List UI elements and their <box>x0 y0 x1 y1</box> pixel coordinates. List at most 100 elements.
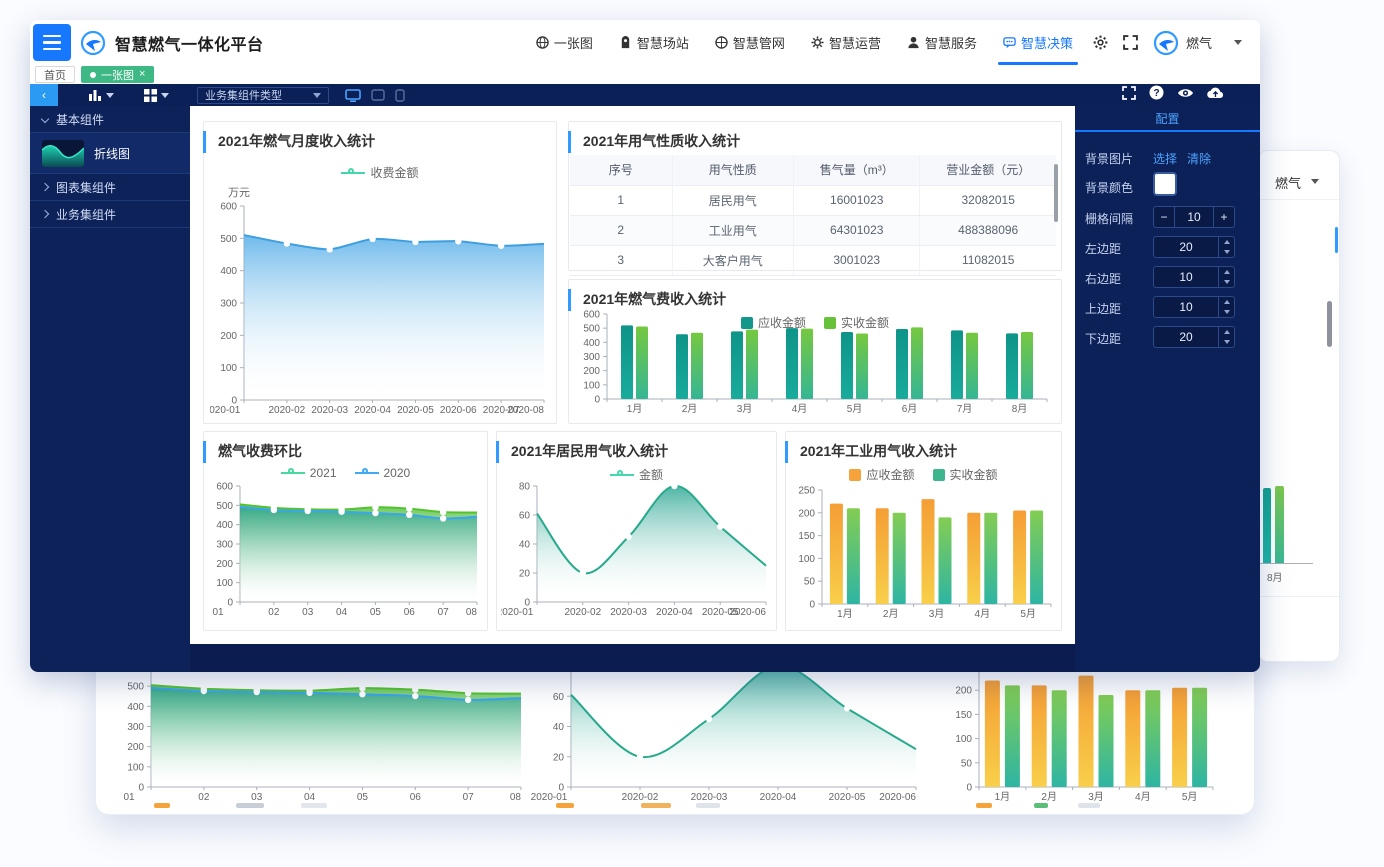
svg-text:0: 0 <box>594 395 600 406</box>
component-type-select[interactable]: 业务集组件类型 <box>197 87 329 104</box>
sidebar-group-basic[interactable]: 基本组件 <box>30 106 190 133</box>
line-chart-thumbnail <box>42 140 84 167</box>
bg-org-label: 燃气 <box>1275 173 1301 192</box>
scrollbar-accent[interactable] <box>1335 227 1338 253</box>
legend-item[interactable]: 实收金额 <box>824 314 889 331</box>
decrement-button[interactable]: − <box>1154 207 1174 227</box>
close-icon[interactable]: × <box>139 69 145 80</box>
spin-up-button[interactable] <box>1219 327 1234 337</box>
svg-text:1月: 1月 <box>995 791 1011 803</box>
spin-up-button[interactable] <box>1219 267 1234 277</box>
sidebar-group-chartset[interactable]: 图表集组件 <box>30 174 190 201</box>
nav-item-service[interactable]: 智慧服务 <box>894 20 990 65</box>
svg-text:50: 50 <box>961 758 973 769</box>
sidebar-item-line-chart[interactable]: 折线图 <box>30 133 190 174</box>
line-legend-icon <box>341 168 365 178</box>
color-swatch-button[interactable] <box>1153 172 1177 196</box>
spin-down-button[interactable] <box>1219 307 1234 317</box>
svg-text:07: 07 <box>463 792 475 803</box>
svg-text:80: 80 <box>519 482 531 493</box>
nav-item-map[interactable]: 一张图 <box>523 20 606 65</box>
collapse-sidebar-button[interactable]: ‹ <box>30 84 58 106</box>
svg-text:01: 01 <box>212 607 224 618</box>
svg-text:5月: 5月 <box>847 403 863 415</box>
legend-item[interactable]: 应收金额 <box>741 314 806 331</box>
table-scrollbar[interactable] <box>1054 164 1058 222</box>
legend-fragment <box>556 803 574 808</box>
margin-right-input[interactable]: 10 <box>1153 266 1235 288</box>
tab-home[interactable]: 首页 <box>35 66 75 83</box>
sidebar-group-business[interactable]: 业务集组件 <box>30 201 190 228</box>
tab-map[interactable]: 一张图 × <box>81 66 154 83</box>
svg-text:100: 100 <box>798 554 815 565</box>
spin-down-button[interactable] <box>1219 277 1234 287</box>
chevron-down-icon <box>161 93 169 98</box>
svg-text:3月: 3月 <box>737 403 753 415</box>
margin-bottom-input[interactable]: 20 <box>1153 326 1235 348</box>
increment-button[interactable]: + <box>1214 207 1234 227</box>
title-accent <box>203 441 206 463</box>
legend-item[interactable]: 2020 <box>355 466 411 480</box>
field-margin-left: 左边距 20 <box>1075 236 1260 260</box>
nav-item-decision[interactable]: 智慧决策 <box>990 20 1086 65</box>
scrollbar[interactable] <box>1327 301 1332 347</box>
phone-icon[interactable] <box>395 89 405 102</box>
desktop-icon[interactable] <box>345 89 361 102</box>
spin-up-button[interactable] <box>1219 297 1234 307</box>
table-row[interactable]: 3 大客户用气 3001023 11082015 <box>570 245 1056 275</box>
chart-component-menu[interactable] <box>88 89 114 101</box>
svg-text:100: 100 <box>220 363 237 374</box>
spin-down-button[interactable] <box>1219 337 1234 347</box>
avatar-logo-icon[interactable] <box>1152 29 1180 57</box>
bar-legend-icon <box>933 469 945 481</box>
config-tab[interactable]: 配置 <box>1075 106 1260 132</box>
clear-image-link[interactable]: 清除 <box>1187 150 1211 167</box>
hamburger-menu-button[interactable] <box>33 24 71 61</box>
layout-component-menu[interactable] <box>144 89 169 102</box>
publish-cloud-icon[interactable] <box>1207 86 1224 104</box>
nav-item-network[interactable]: 智慧管网 <box>702 20 798 65</box>
svg-text:2020-01: 2020-01 <box>210 405 241 416</box>
grid-icon <box>144 89 157 102</box>
select-image-link[interactable]: 选择 <box>1153 150 1177 167</box>
main-nav: 一张图 智慧场站 智慧管网 智慧运营 智慧服务 智慧决策 <box>523 20 1086 65</box>
app-header: 智慧燃气一体化平台 一张图 智慧场站 智慧管网 智慧运营 智慧服务 <box>30 20 1260 65</box>
svg-text:03: 03 <box>251 792 263 803</box>
margin-top-input[interactable]: 10 <box>1153 296 1235 318</box>
fullscreen-icon[interactable] <box>1116 20 1146 65</box>
nav-item-station[interactable]: 智慧场站 <box>606 20 702 65</box>
nav-item-operation[interactable]: 智慧运营 <box>798 20 894 65</box>
grid-gap-value[interactable]: 10 <box>1174 207 1214 227</box>
svg-text:0: 0 <box>966 783 972 794</box>
legend-item[interactable]: 收费金额 <box>341 164 418 181</box>
help-icon[interactable]: ? <box>1149 85 1164 105</box>
svg-text:500: 500 <box>220 234 237 245</box>
preview-eye-icon[interactable] <box>1177 86 1194 104</box>
table-row[interactable]: 2 工业用气 64301023 488388096 <box>570 215 1056 245</box>
svg-text:60: 60 <box>519 511 531 522</box>
chevron-down-icon <box>1311 179 1319 184</box>
title-accent <box>568 131 571 153</box>
svg-text:01: 01 <box>123 792 135 803</box>
fullscreen-canvas-icon[interactable] <box>1122 86 1136 105</box>
bg-chart-huanbi: 01002003004005006000102030405060708 <box>111 649 531 816</box>
svg-text:200: 200 <box>127 742 144 753</box>
svg-text:400: 400 <box>127 702 144 713</box>
spin-up-button[interactable] <box>1219 237 1234 247</box>
svg-text:02: 02 <box>198 792 210 803</box>
legend-item[interactable]: 2021 <box>281 466 337 480</box>
field-background-image: 背景图片 选择 清除 <box>1075 146 1260 170</box>
svg-text:7月: 7月 <box>957 403 973 415</box>
legend-item[interactable]: 实收金额 <box>933 466 998 483</box>
editor-canvas: 2021年燃气月度收入统计 收费金额 万元 010020030040050060… <box>190 106 1075 672</box>
table-row[interactable]: 1 居民用气 16001023 32082015 <box>570 185 1056 215</box>
spin-down-button[interactable] <box>1219 247 1234 257</box>
line-legend-icon <box>610 470 634 480</box>
org-selector[interactable]: 燃气 <box>1180 33 1260 52</box>
legend-item[interactable]: 应收金额 <box>849 466 914 483</box>
settings-gear-icon[interactable] <box>1086 20 1116 65</box>
svg-text:200: 200 <box>955 686 972 697</box>
margin-left-input[interactable]: 20 <box>1153 236 1235 258</box>
area-chart-ring-comparison: 01002003004005006000102030405060708 <box>208 480 485 633</box>
tablet-icon[interactable] <box>371 89 385 101</box>
